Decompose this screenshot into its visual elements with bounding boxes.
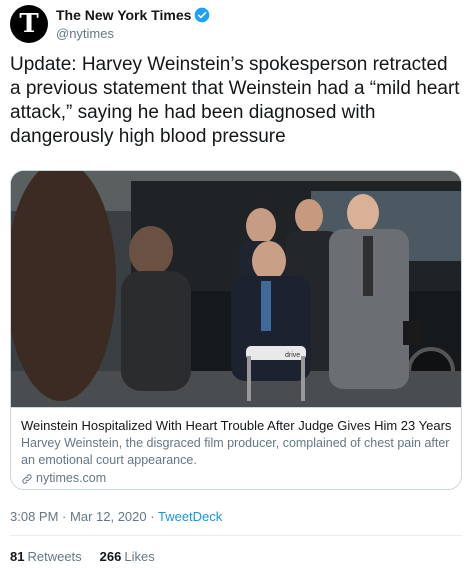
author-handle[interactable]: @nytimes	[56, 26, 210, 41]
likes-label: Likes	[124, 549, 155, 564]
likes-stat[interactable]: 266 Likes	[100, 549, 155, 564]
retweets-stat[interactable]: 81 Retweets	[10, 549, 82, 564]
card-description: Harvey Weinstein, the disgraced film pro…	[21, 436, 450, 467]
author-name[interactable]: The New York Times	[56, 7, 191, 23]
likes-count: 266	[99, 549, 122, 564]
tweet-date[interactable]: Mar 12, 2020	[70, 509, 147, 524]
tweet-time[interactable]: 3:08 PM	[10, 509, 58, 524]
author-name-row: The New York Times	[56, 7, 210, 23]
tweet-source-link[interactable]: TweetDeck	[158, 509, 222, 524]
walker-label: drive	[285, 352, 300, 359]
link-icon	[22, 473, 32, 484]
card-photo[interactable]: drive	[11, 171, 461, 407]
tweet: T The New York Times @nytimes Update: Ha…	[0, 0, 474, 570]
link-card[interactable]: drive Weinstein Hospitalized With Heart …	[10, 170, 462, 490]
card-domain: nytimes.com	[36, 471, 107, 485]
tweet-stats: 81 Retweets 266 Likes	[10, 549, 173, 564]
card-body: Weinstein Hospitalized With Heart Troubl…	[11, 407, 461, 487]
retweets-label: Retweets	[27, 549, 82, 564]
card-title[interactable]: Weinstein Hospitalized With Heart Troubl…	[21, 417, 451, 434]
tweet-meta: 3:08 PM · Mar 12, 2020 · TweetDeck	[10, 509, 222, 524]
card-link-row[interactable]: nytimes.com	[21, 470, 451, 487]
meta-separator: ·	[62, 509, 67, 524]
meta-separator: ·	[150, 509, 155, 524]
author-names: The New York Times @nytimes	[56, 7, 210, 41]
divider	[10, 535, 462, 536]
verified-badge-icon	[195, 7, 210, 23]
tweet-header: T The New York Times @nytimes	[10, 5, 210, 43]
avatar-logo: T	[19, 9, 39, 39]
retweets-count: 81	[10, 549, 25, 564]
avatar[interactable]: T	[10, 5, 48, 43]
tweet-text: Update: Harvey Weinstein’s spokesperson …	[10, 54, 460, 147]
